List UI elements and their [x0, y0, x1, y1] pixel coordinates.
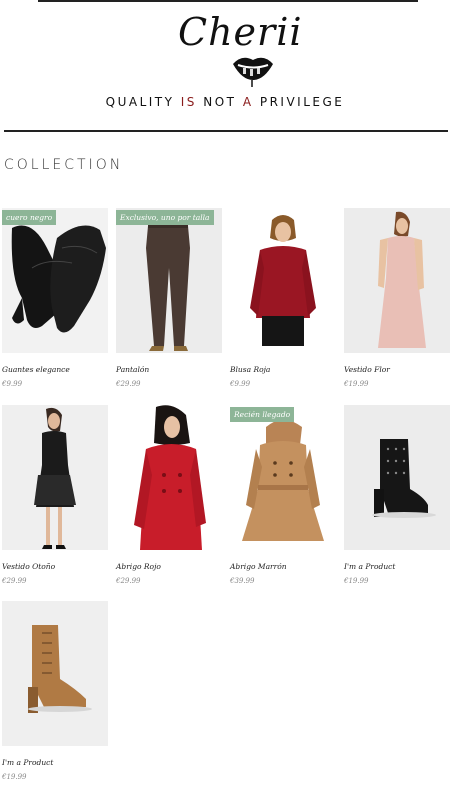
top-divider	[38, 0, 418, 2]
product-card[interactable]: cuero negro Guantes elegance €9.99	[2, 208, 108, 388]
product-image[interactable]	[2, 601, 108, 746]
product-image[interactable]	[2, 405, 108, 550]
product-price: €29.99	[116, 577, 141, 585]
product-badge: cuero negro	[2, 210, 57, 225]
product-card[interactable]: Exclusivo, uno por talla Pantalón €29.99	[116, 208, 222, 388]
logo-text: Cherii	[178, 10, 303, 54]
brown-trousers-icon	[116, 208, 222, 353]
pink-lace-dress-icon	[344, 208, 450, 353]
product-name[interactable]: Vestido Flor	[344, 365, 450, 374]
product-image[interactable]: cuero negro	[2, 208, 108, 353]
header-divider	[4, 130, 448, 132]
section-title: COLLECTION	[4, 157, 124, 173]
product-price: €29.99	[116, 380, 141, 388]
product-card[interactable]: Recién llegado Abrigo Marrón €39.99	[230, 405, 336, 585]
product-image[interactable]	[116, 405, 222, 550]
product-price: €19.99	[2, 773, 27, 781]
product-image[interactable]: Exclusivo, uno por talla	[116, 208, 222, 353]
product-price: €19.99	[344, 380, 369, 388]
product-name[interactable]: Guantes elegance	[2, 365, 108, 374]
product-card[interactable]: Blusa Roja €9.99	[230, 208, 336, 388]
black-dress-icon	[2, 405, 108, 550]
black-gloves-icon	[2, 208, 108, 353]
tan-laceup-boot-icon	[2, 601, 108, 746]
black-studded-boot-icon	[344, 405, 450, 550]
product-price: €19.99	[344, 577, 369, 585]
product-card[interactable]: Abrigo Rojo €29.99	[116, 405, 222, 585]
product-name[interactable]: I'm a Product	[344, 562, 450, 571]
product-card[interactable]: Vestido Flor €19.99	[344, 208, 450, 388]
product-card[interactable]: I'm a Product €19.99	[344, 405, 450, 585]
brand-logo[interactable]: Cherii	[150, 6, 303, 90]
product-price: €9.99	[2, 380, 23, 388]
product-image[interactable]	[344, 208, 450, 353]
product-card[interactable]: Vestido Otoño €29.99	[2, 405, 108, 585]
product-price: €29.99	[2, 577, 27, 585]
lips-icon	[233, 57, 273, 87]
product-name[interactable]: Blusa Roja	[230, 365, 336, 374]
red-blouse-icon	[230, 208, 336, 353]
brand-tagline: QUALITY IS NOT A PRIVILEGE	[105, 95, 345, 109]
product-name[interactable]: Abrigo Marrón	[230, 562, 336, 571]
product-price: €9.99	[230, 380, 251, 388]
product-card[interactable]: I'm a Product €19.99	[2, 601, 108, 781]
product-image[interactable]	[344, 405, 450, 550]
product-badge: Recién llegado	[230, 407, 295, 422]
product-name[interactable]: Abrigo Rojo	[116, 562, 222, 571]
product-name[interactable]: Vestido Otoño	[2, 562, 108, 571]
product-image[interactable]	[230, 208, 336, 353]
red-coat-icon	[116, 405, 222, 550]
camel-coat-icon	[230, 405, 336, 550]
product-image[interactable]: Recién llegado	[230, 405, 336, 550]
product-name[interactable]: I'm a Product	[2, 758, 108, 767]
product-price: €39.99	[230, 577, 255, 585]
product-badge: Exclusivo, uno por talla	[116, 210, 214, 225]
product-name[interactable]: Pantalón	[116, 365, 222, 374]
